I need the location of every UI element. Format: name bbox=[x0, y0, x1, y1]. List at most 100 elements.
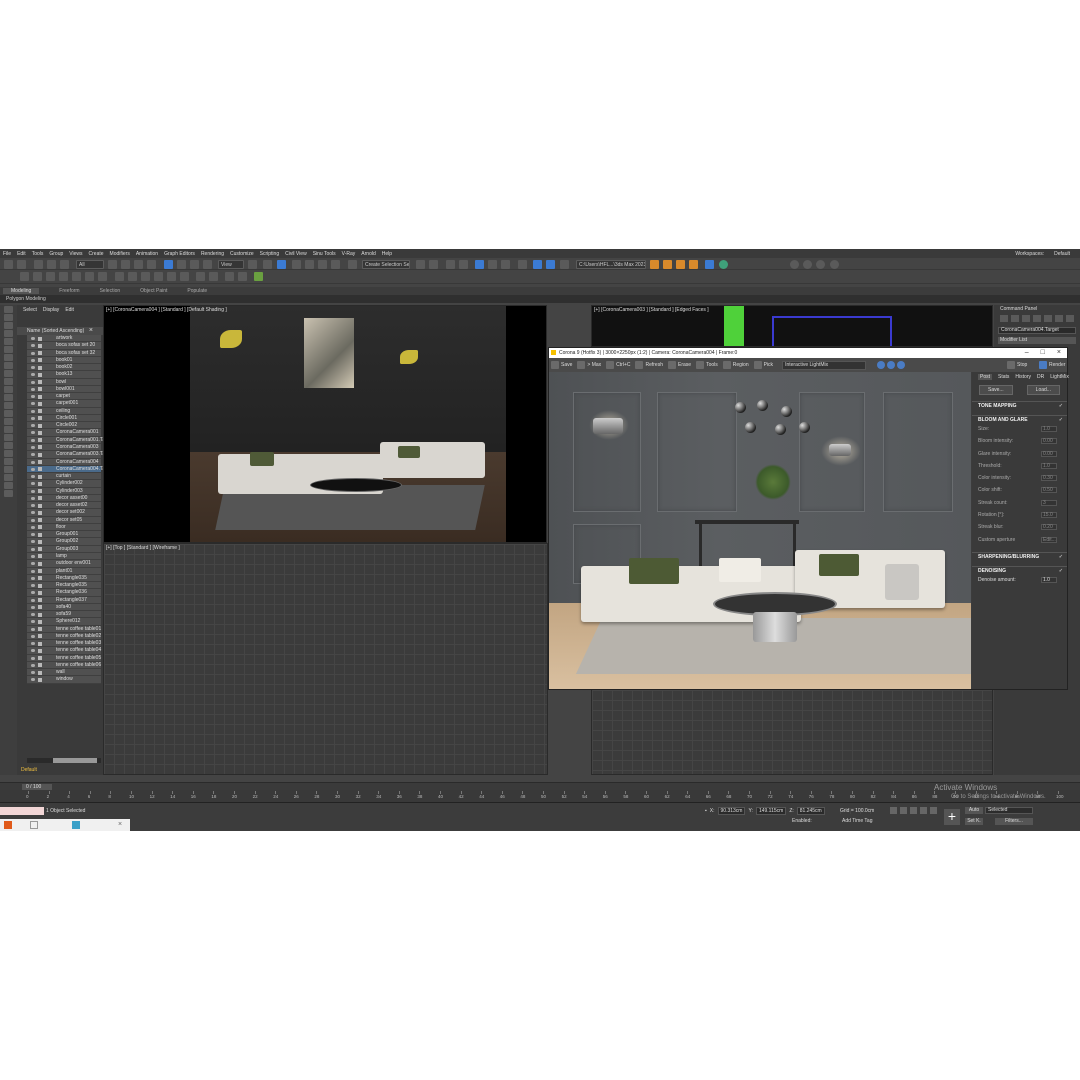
auto-key-button[interactable]: Auto bbox=[965, 807, 983, 814]
explorer-tool-icon[interactable] bbox=[4, 346, 13, 353]
archive-folder-icon[interactable] bbox=[689, 259, 698, 269]
time-slider[interactable]: 0 / 100 bbox=[0, 782, 1080, 790]
menu-item-modifiers[interactable]: Modifiers bbox=[110, 251, 130, 257]
systems-icon[interactable] bbox=[98, 271, 107, 281]
render-dot-4-icon[interactable] bbox=[830, 259, 839, 269]
select-scale-icon[interactable] bbox=[190, 259, 199, 269]
explorer-tool-icon[interactable] bbox=[4, 330, 13, 337]
property-spinner[interactable]: 1.0 bbox=[1041, 426, 1057, 432]
track-bar[interactable]: 0 2 4 6 8 10 12 14 16 18 20 22 24 26 28 30 32 34 36 38 40 42 4… bbox=[0, 790, 1080, 803]
save-preset-button[interactable]: Save... bbox=[979, 385, 1013, 395]
select-by-name-icon[interactable] bbox=[121, 259, 130, 269]
corona-tab-dr[interactable]: DR bbox=[1037, 374, 1044, 380]
explorer-tool-icon[interactable] bbox=[4, 450, 13, 457]
menu-item-sinu-tools[interactable]: Sinu Tools bbox=[313, 251, 336, 257]
list-item[interactable]: decor set002 bbox=[27, 509, 101, 517]
list-item[interactable]: sofa59 bbox=[27, 611, 101, 619]
list-item[interactable]: CoronaCamera004.Target bbox=[27, 465, 114, 474]
align-icon[interactable] bbox=[429, 259, 438, 269]
sharpening-section[interactable]: SHARPENING/BLURRING bbox=[972, 551, 1067, 561]
list-item[interactable]: bowl bbox=[27, 378, 101, 386]
key-filter-dropdown[interactable]: Selected bbox=[985, 807, 1033, 814]
zoom-fit-icon[interactable] bbox=[897, 361, 906, 369]
list-item[interactable]: boca sofas set 20 bbox=[27, 342, 101, 350]
corona-tool-region-button[interactable]: Region bbox=[722, 361, 749, 369]
list-item[interactable]: sofa40 bbox=[27, 603, 101, 612]
z-coordinate[interactable]: 81.245cm bbox=[796, 807, 825, 815]
close-icon[interactable]: × bbox=[89, 327, 93, 335]
viewport-left[interactable] bbox=[591, 689, 993, 775]
list-item[interactable]: Group001 bbox=[27, 531, 101, 539]
viewport-camera003[interactable]: [+] [CoronaCamera003 ] [Standard ] [Edge… bbox=[591, 305, 993, 347]
explorer-tool-icon[interactable] bbox=[4, 306, 13, 313]
utilities-tab-icon[interactable] bbox=[1055, 315, 1063, 322]
maximize-icon[interactable]: □ bbox=[1041, 348, 1045, 358]
go-end-icon[interactable] bbox=[930, 807, 937, 814]
explorer-tool-icon[interactable] bbox=[4, 442, 13, 449]
corona-tab-history[interactable]: History bbox=[1015, 374, 1031, 380]
property-spinner[interactable]: 0.30 bbox=[1041, 475, 1057, 482]
material-editor-icon[interactable] bbox=[518, 259, 527, 269]
menu-item-v-ray[interactable]: V-Ray bbox=[342, 251, 356, 257]
menu-item-customize[interactable]: Customize bbox=[230, 251, 254, 257]
denoising-section[interactable]: DENOISING bbox=[972, 565, 1067, 575]
viewport-label[interactable]: [+] [CoronaCamera004 ] [Standard ] [Defa… bbox=[106, 307, 227, 313]
render-dot-3-icon[interactable] bbox=[816, 259, 825, 269]
menu-item-scripting[interactable]: Scripting bbox=[260, 251, 279, 257]
create-spacewarp-icon[interactable] bbox=[85, 271, 94, 281]
selection-filter-dropdown[interactable]: All bbox=[76, 259, 104, 269]
list-item[interactable]: decor asset02 bbox=[27, 502, 101, 510]
edit-named-selection-icon[interactable] bbox=[348, 259, 357, 269]
ribbon-tab-modeling[interactable]: Modeling bbox=[3, 288, 40, 294]
list-item[interactable]: artwork bbox=[27, 335, 101, 343]
list-item[interactable]: CoronaCamera001 bbox=[27, 429, 101, 437]
display-tab-icon[interactable] bbox=[1044, 315, 1052, 322]
corona-tab-post[interactable]: Post bbox=[978, 374, 993, 380]
list-item[interactable]: Circle001 bbox=[27, 414, 101, 423]
scene-tab-display[interactable]: Display bbox=[43, 307, 59, 313]
explorer-tool-icon[interactable] bbox=[4, 370, 13, 377]
scene-list-header[interactable]: Name (Sorted Ascending) × bbox=[17, 327, 103, 335]
denoise-spinner[interactable]: 1.0 bbox=[1041, 576, 1057, 583]
lock-icon[interactable]: ▪ bbox=[705, 808, 707, 814]
modifier-list-dropdown[interactable]: Modifier List bbox=[998, 337, 1076, 344]
explorer-tool-icon[interactable] bbox=[4, 490, 13, 497]
vray-vfb-icon[interactable] bbox=[225, 271, 234, 281]
property-spinner[interactable]: 1.0 bbox=[1041, 462, 1057, 469]
redo-icon[interactable] bbox=[17, 259, 26, 269]
tone-mapping-section[interactable]: TONE MAPPING bbox=[972, 401, 1067, 410]
list-item[interactable]: wall bbox=[27, 669, 101, 677]
menu-item-edit[interactable]: Edit bbox=[17, 251, 26, 257]
list-item[interactable]: Rectangle037 bbox=[27, 596, 101, 604]
list-item[interactable]: boca sofas set 32 bbox=[27, 349, 101, 357]
percent-snap-icon[interactable] bbox=[318, 259, 327, 269]
zoom-in-icon[interactable] bbox=[877, 361, 886, 369]
list-item[interactable]: Rectangle035 bbox=[27, 574, 101, 583]
menu-item-animation[interactable]: Animation bbox=[136, 251, 158, 257]
menu-item-rendering[interactable]: Rendering bbox=[201, 251, 224, 257]
list-item[interactable]: curtain bbox=[27, 473, 101, 481]
render-dot-1-icon[interactable] bbox=[790, 259, 799, 269]
list-item[interactable]: CoronaCamera003 bbox=[27, 443, 101, 452]
mirror-icon[interactable] bbox=[416, 259, 425, 269]
rect-selection-icon[interactable] bbox=[134, 259, 143, 269]
modify-tab-icon[interactable] bbox=[1011, 315, 1019, 322]
toggle-layer-explorer-icon[interactable] bbox=[459, 259, 468, 269]
select-rotate-icon[interactable] bbox=[177, 259, 186, 269]
placement-icon[interactable] bbox=[203, 259, 212, 269]
list-item[interactable]: Cylinder003 bbox=[27, 487, 101, 495]
project-folder-icon[interactable] bbox=[650, 259, 659, 269]
vray-proxy-icon[interactable] bbox=[141, 271, 150, 281]
scrollbar-thumb[interactable] bbox=[52, 758, 98, 763]
explorer-tool-icon[interactable] bbox=[4, 378, 13, 385]
ribbon-tab-freeform[interactable]: Freeform bbox=[59, 288, 79, 294]
scene-tab-select[interactable]: Select bbox=[23, 307, 37, 313]
corona-tool-save-button[interactable]: Save bbox=[551, 361, 572, 369]
property-spinner[interactable]: 0.00 bbox=[1041, 450, 1057, 457]
unlink-icon[interactable] bbox=[47, 259, 56, 269]
vray-camera-icon[interactable] bbox=[128, 271, 137, 281]
render-production-icon[interactable] bbox=[560, 259, 569, 269]
vray-fur-icon[interactable] bbox=[154, 271, 163, 281]
reference-coord-dropdown[interactable]: View bbox=[218, 259, 244, 269]
toggle-ribbon-icon[interactable] bbox=[475, 259, 484, 269]
